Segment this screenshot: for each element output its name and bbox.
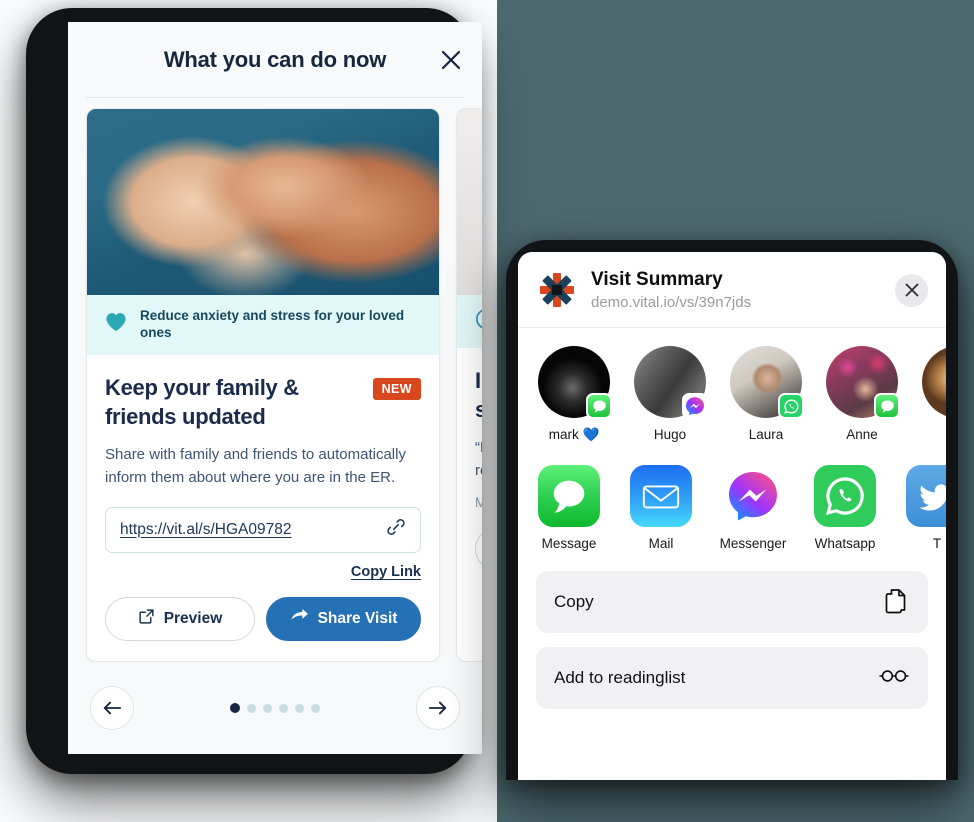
share-visit-button-label: Share Visit xyxy=(317,609,398,627)
link-icon[interactable] xyxy=(385,516,407,543)
contact-name: mark 💙 xyxy=(548,427,600,442)
contact-name: Mac xyxy=(945,427,946,442)
clock-icon xyxy=(475,308,482,335)
carousel-dot-4[interactable] xyxy=(279,703,288,713)
external-link-icon xyxy=(138,608,155,630)
list-item[interactable]: Mac xyxy=(920,346,946,443)
cards-carousel[interactable]: Reduce anxiety and stress for your loved… xyxy=(68,98,482,662)
left-phone-frame: What you can do now Reduce anxiety and s… xyxy=(26,8,482,774)
carousel-footer xyxy=(68,662,482,754)
card-tag-text: Reduce anxiety and stress for your loved… xyxy=(140,308,405,340)
avatar[interactable] xyxy=(922,346,946,418)
left-phone-screen: What you can do now Reduce anxiety and s… xyxy=(68,22,482,754)
copy-icon xyxy=(882,586,910,619)
close-icon[interactable] xyxy=(895,273,928,307)
glasses-icon xyxy=(878,667,910,690)
messages-app-icon[interactable] xyxy=(538,465,600,527)
card-tag-banner: Reduce anxiety and stress for your loved… xyxy=(87,295,439,355)
carousel-dot-2[interactable] xyxy=(247,703,256,713)
carousel-dot-5[interactable] xyxy=(295,703,304,713)
share-actions-list: Copy Add to readinglist xyxy=(518,557,946,709)
reading-list-action-label: Add to readinglist xyxy=(554,668,686,687)
share-sheet: Visit Summary demo.vital.io/vs/39n7jds m… xyxy=(518,252,946,780)
right-phone-frame: Visit Summary demo.vital.io/vs/39n7jds m… xyxy=(506,240,958,780)
card-patient-satisfaction[interactable]: Understand what happens next Improve pat… xyxy=(456,108,482,662)
twitter-app-icon[interactable] xyxy=(906,465,946,527)
preview-button-label: Preview xyxy=(163,609,223,627)
share-sheet-url: demo.vital.io/vs/39n7jds xyxy=(591,294,752,312)
carousel-dot-6[interactable] xyxy=(311,703,320,713)
carousel-dots[interactable] xyxy=(230,703,320,713)
contact-name: Laura xyxy=(748,427,784,442)
app-name: Whatsapp xyxy=(814,536,876,551)
messages-badge xyxy=(586,393,612,419)
list-item[interactable]: Hugo xyxy=(632,346,708,443)
card-description: Share with family and friends to automat… xyxy=(105,445,406,486)
list-item[interactable]: mark 💙 xyxy=(536,346,612,443)
list-item[interactable]: Whatsapp xyxy=(812,465,878,551)
list-item[interactable]: Message xyxy=(536,465,602,551)
app-name: Messenger xyxy=(719,536,787,551)
avatar[interactable] xyxy=(730,346,804,419)
share-apps-row[interactable]: Message Mail Messenger Whatsapp T xyxy=(518,449,946,557)
card-title: Improve patient satisfaction xyxy=(475,368,482,422)
share-sheet-titles: Visit Summary demo.vital.io/vs/39n7jds xyxy=(591,269,882,312)
list-item[interactable]: Laura xyxy=(728,346,804,443)
reading-list-action-row[interactable]: Add to readinglist xyxy=(536,647,928,709)
list-item[interactable]: Messenger xyxy=(720,465,786,551)
carousel-dot-3[interactable] xyxy=(263,703,272,713)
hands-clasped-photo xyxy=(87,109,439,295)
contact-name: Hugo xyxy=(653,427,687,442)
messages-badge xyxy=(874,393,900,419)
copy-action-row[interactable]: Copy xyxy=(536,571,928,633)
share-visit-button[interactable]: Share Visit xyxy=(266,596,421,641)
share-link-value[interactable]: https://vit.al/s/HGA09782 xyxy=(120,521,377,539)
close-icon[interactable] xyxy=(434,43,468,77)
avatar[interactable] xyxy=(634,346,708,419)
card-body: Keep your family & friends updated NEW S… xyxy=(87,355,439,661)
page-title: What you can do now xyxy=(163,47,387,72)
modal-header: What you can do now xyxy=(68,22,482,98)
share-contacts-row[interactable]: mark 💙 Hugo Laura Anne xyxy=(518,328,946,449)
avatar[interactable] xyxy=(538,346,612,419)
share-link-field[interactable]: https://vit.al/s/HGA09782 xyxy=(105,506,421,553)
card-action-buttons: Preview Share Visit xyxy=(105,596,421,641)
card-body: Improve patient satisfaction “Patients w… xyxy=(457,348,482,591)
app-name: Mail xyxy=(648,536,674,551)
card-title: Keep your family & friends updated xyxy=(105,374,299,429)
contact-name: Anne xyxy=(846,427,878,442)
screenshot-stage: What you can do now Reduce anxiety and s… xyxy=(0,0,974,822)
heart-icon xyxy=(105,312,127,337)
carousel-dot-1[interactable] xyxy=(230,703,240,713)
copy-action-label: Copy xyxy=(554,592,594,611)
card-attribution: Medical Director xyxy=(475,495,482,510)
preview-button[interactable] xyxy=(475,526,482,571)
arrow-left-icon[interactable] xyxy=(90,686,134,730)
copy-link-button[interactable]: Copy Link xyxy=(105,564,421,580)
carousel-track: Reduce anxiety and stress for your loved… xyxy=(86,108,482,662)
list-item[interactable]: T xyxy=(904,465,946,551)
pills-and-jars-photo xyxy=(457,109,482,295)
card-tag-banner: Understand what happens next xyxy=(457,295,482,348)
card-quote: “Patients who understand their ER journe… xyxy=(475,439,482,479)
app-name: T xyxy=(932,536,942,551)
arrow-right-icon[interactable] xyxy=(416,686,460,730)
messenger-app-icon[interactable] xyxy=(722,465,784,527)
app-name: Message xyxy=(541,536,597,551)
status-badge: NEW xyxy=(372,377,421,400)
mail-app-icon[interactable] xyxy=(630,465,692,527)
share-arrow-icon xyxy=(290,608,309,630)
share-sheet-header: Visit Summary demo.vital.io/vs/39n7jds xyxy=(518,252,946,328)
preview-button[interactable]: Preview xyxy=(105,596,255,641)
list-item[interactable]: Mail xyxy=(628,465,694,551)
messenger-badge xyxy=(682,393,708,419)
card-share-visit[interactable]: Reduce anxiety and stress for your loved… xyxy=(86,108,440,662)
avatar[interactable] xyxy=(826,346,900,419)
share-sheet-title: Visit Summary xyxy=(591,268,723,290)
whatsapp-app-icon[interactable] xyxy=(814,465,876,527)
list-item[interactable]: Anne xyxy=(824,346,900,443)
vital-asterisk-logo xyxy=(536,269,578,311)
whatsapp-badge xyxy=(778,393,804,419)
